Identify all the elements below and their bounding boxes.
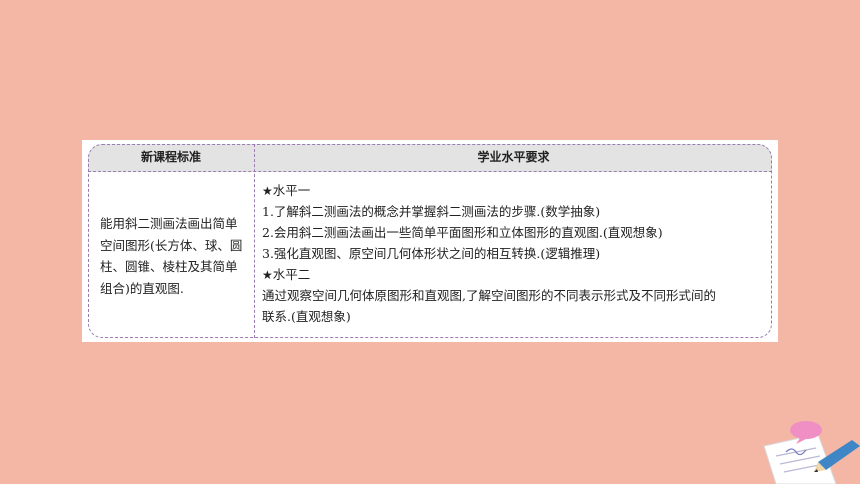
level1-item: 2.会用斜二测画法画出一些简单平面图形和立体图形的直观图.(直观想象) (262, 225, 663, 240)
level1-item: 3.强化直观图、原空间几何体形状之间的相互转换.(逻辑推理) (262, 246, 601, 261)
level-requirements: ★水平一 1.了解斜二测画法的概念并掌握斜二测画法的步骤.(数学抽象) 2.会用… (262, 180, 764, 327)
level2-text-line: 通过观察空间几何体原图形和直观图,了解空间图形的不同表示形式及不同形式间的 (262, 288, 716, 303)
level2-title: 水平二 (272, 267, 311, 282)
level1-title: 水平一 (272, 183, 311, 198)
header-new-curriculum-standard: 新课程标准 (140, 150, 201, 164)
star-icon: ★ (262, 184, 273, 198)
level1-heading: ★水平一 (262, 180, 764, 201)
header-academic-level-requirement: 学业水平要求 (477, 150, 550, 164)
standards-table: 新课程标准 学业水平要求 能用斜二测画法画出简单空间图形(长方体、球、圆柱、圆锥… (82, 140, 778, 342)
column-divider (254, 144, 255, 338)
paper-pencil-decoration (763, 421, 860, 484)
standard-description: 能用斜二测画法画出简单空间图形(长方体、球、圆柱、圆锥、棱柱及其简单组合)的直观… (100, 216, 243, 296)
level1-item: 1.了解斜二测画法的概念并掌握斜二测画法的步骤.(数学抽象) (262, 204, 601, 219)
level2-heading: ★水平二 (262, 264, 764, 285)
star-icon: ★ (262, 268, 273, 282)
level2-text-line: 联系.(直观想象) (262, 309, 351, 324)
